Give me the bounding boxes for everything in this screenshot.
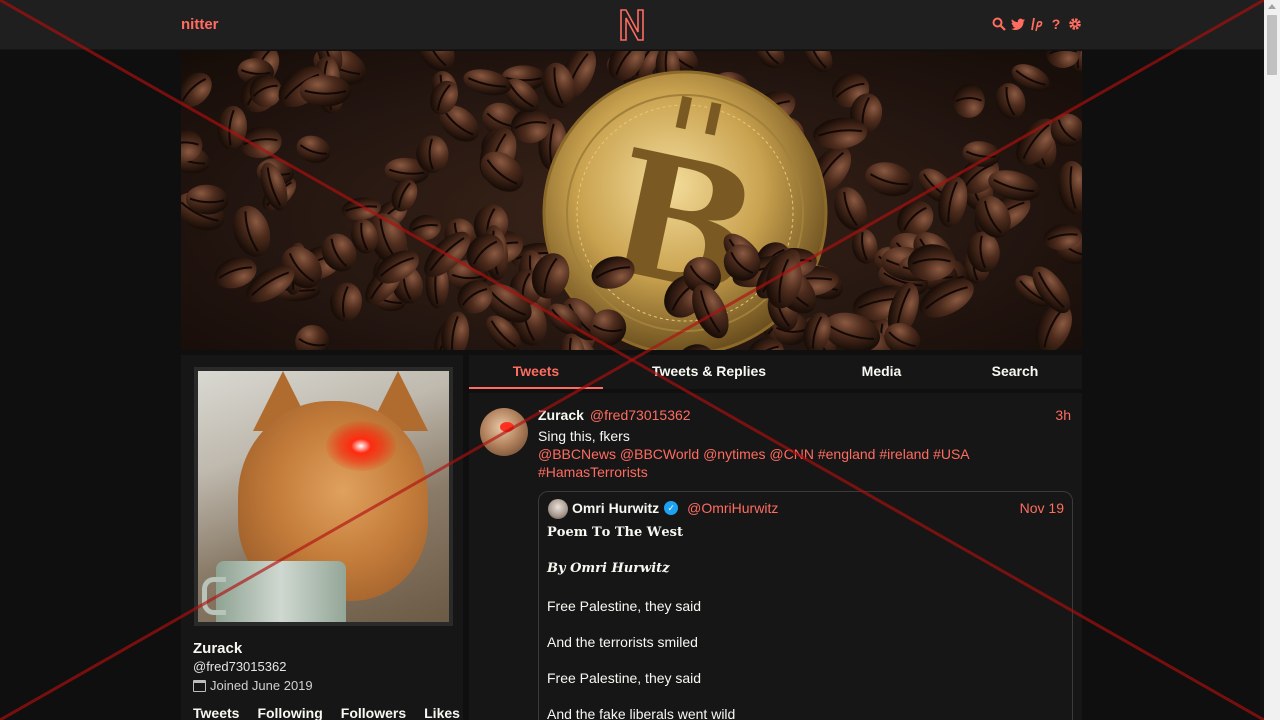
tweet-fullname[interactable]: Zurack: [538, 407, 584, 423]
tweet-handle[interactable]: @fred73015362: [590, 407, 691, 423]
tab-media[interactable]: Media: [815, 355, 948, 389]
profile-joined: Joined June 2019: [193, 678, 313, 693]
quote-fullname[interactable]: Omri Hurwitz: [572, 500, 659, 516]
poem-line: And the terrorists smiled: [547, 634, 698, 650]
quote-avatar[interactable]: [548, 499, 568, 519]
tweet-content: Sing this, fkers @BBCNews @BBCWorld @nyt…: [538, 427, 1008, 481]
profile-avatar[interactable]: [194, 367, 453, 626]
poem-title: 𝐏𝐨𝐞𝐦 𝐓𝐨 𝐓𝐡𝐞 𝐖𝐞𝐬𝐭: [547, 525, 683, 540]
tweet-text: Sing this, fkers: [538, 428, 630, 444]
timeline-tabs: Tweets Tweets & Replies Media Search: [469, 355, 1082, 389]
poem-line: And the fake liberals went wild: [547, 706, 736, 720]
bitcoin-coin-image: B: [181, 51, 1082, 350]
lp-icon[interactable]: [1030, 16, 1044, 32]
profile-fullname[interactable]: Zurack: [193, 640, 242, 657]
quote-handle[interactable]: @OmriHurwitz: [687, 500, 778, 516]
profile-stats: Tweets Following Followers Likes: [193, 705, 460, 720]
search-icon[interactable]: [992, 16, 1006, 32]
tweet-date[interactable]: 3h: [1055, 407, 1071, 423]
poem-line: Free Palestine, they said: [547, 598, 702, 614]
stat-followers[interactable]: Followers: [341, 705, 406, 720]
timeline: Zurack @fred73015362 3h Sing this, fkers…: [469, 393, 1082, 720]
poem-byline: 𝑩𝒚 𝑶𝒎𝒓𝒊 𝑯𝒖𝒓𝒘𝒊𝒕𝒛: [547, 561, 670, 576]
page-scrollbar[interactable]: [1264, 0, 1280, 720]
tab-tweets[interactable]: Tweets: [469, 355, 603, 389]
calendar-icon: [193, 679, 206, 692]
tab-search[interactable]: Search: [948, 355, 1082, 389]
scroll-up-icon[interactable]: [1268, 4, 1276, 9]
stat-following[interactable]: Following: [257, 705, 322, 720]
profile-banner[interactable]: B: [181, 51, 1082, 350]
brand-link[interactable]: nitter: [181, 16, 219, 33]
stat-tweets[interactable]: Tweets: [193, 705, 239, 720]
profile-username[interactable]: @fred73015362: [193, 659, 286, 674]
stat-likes[interactable]: Likes: [424, 705, 460, 720]
laser-eye-icon: [326, 421, 396, 471]
tweet-mentions-hashtags[interactable]: @BBCNews @BBCWorld @nytimes @CNN #englan…: [538, 445, 1008, 481]
quote-date[interactable]: Nov 19: [1020, 500, 1064, 516]
nitter-logo-icon[interactable]: [618, 8, 646, 42]
mug-image: [216, 561, 346, 622]
scroll-thumb[interactable]: [1267, 15, 1277, 75]
tweet-header: Zurack @fred73015362: [538, 407, 691, 423]
navbar: nitter ?: [0, 0, 1264, 50]
navbar-inner: nitter ?: [181, 0, 1082, 50]
poem-line: Free Palestine, they said: [547, 670, 702, 686]
nav-icons: ?: [992, 16, 1082, 32]
tab-tweets-replies[interactable]: Tweets & Replies: [603, 355, 815, 389]
quote-header: Omri Hurwitz ✓ @OmriHurwitz: [572, 500, 778, 516]
quoted-tweet[interactable]: Omri Hurwitz ✓ @OmriHurwitz Nov 19 𝐏𝐨𝐞𝐦 …: [538, 491, 1073, 720]
tweet-avatar[interactable]: [480, 408, 528, 456]
help-icon[interactable]: ?: [1049, 16, 1063, 32]
gear-icon[interactable]: [1068, 16, 1082, 32]
verified-badge-icon: ✓: [664, 501, 679, 515]
quote-body: 𝐏𝐨𝐞𝐦 𝐓𝐨 𝐓𝐡𝐞 𝐖𝐞𝐬𝐭 𝑩𝒚 𝑶𝒎𝒓𝒊 𝑯𝒖𝒓𝒘𝒊𝒕𝒛 Free Pa…: [547, 524, 1062, 720]
twitter-bird-icon[interactable]: [1011, 16, 1025, 32]
profile-card: Zurack @fred73015362 Joined June 2019 Tw…: [181, 355, 463, 720]
